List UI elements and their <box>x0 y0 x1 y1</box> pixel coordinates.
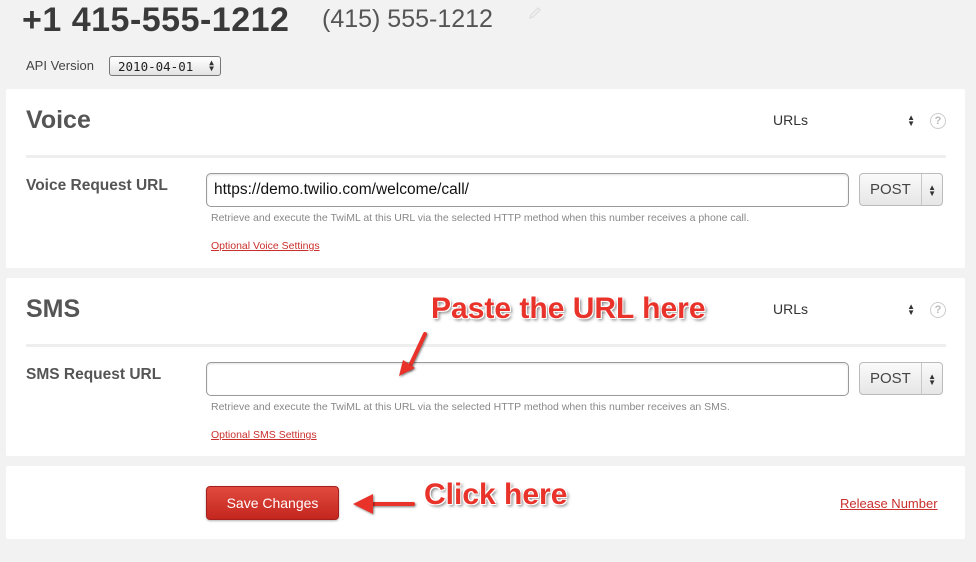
api-version-select[interactable]: 2010-04-01 ▲ ▼ <box>109 56 221 76</box>
api-version-label: API Version <box>26 58 94 73</box>
annotation-click-here: Click here <box>424 478 568 511</box>
help-icon[interactable]: ? <box>930 302 946 318</box>
sms-method-select[interactable]: POST ▲ ▼ <box>859 362 943 395</box>
sms-title: SMS <box>26 295 81 323</box>
api-version-value: 2010-04-01 <box>118 59 194 74</box>
voice-request-url-input[interactable] <box>206 173 849 207</box>
phone-number-local: (415) 555-1212 <box>322 5 493 33</box>
sms-mode-select[interactable]: URLs ▲ ▼ <box>773 301 921 321</box>
divider <box>26 344 946 347</box>
voice-panel: Voice URLs ▲▼ ? Voice Request URL POST ▲… <box>6 89 965 268</box>
help-icon[interactable]: ? <box>930 113 946 129</box>
voice-method-select[interactable]: POST ▲ ▼ <box>859 173 943 206</box>
divider <box>26 155 946 158</box>
sms-hint-text: Retrieve and execute the TwiML at this U… <box>211 401 730 413</box>
number-header: +1 415-555-1212 (415) 555-1212 API Versi… <box>0 0 976 90</box>
sms-request-url-input[interactable] <box>206 362 849 396</box>
optional-voice-settings-link[interactable]: Optional Voice Settings <box>211 240 320 252</box>
optional-sms-settings-link[interactable]: Optional SMS Settings <box>211 429 317 441</box>
voice-mode-value: URLs <box>773 112 809 128</box>
select-arrows-icon: ▲ ▼ <box>907 302 915 317</box>
save-changes-button[interactable]: Save Changes <box>206 486 339 520</box>
release-number-link[interactable]: Release Number <box>840 496 938 511</box>
select-arrows-icon: ▲ ▼ <box>928 183 936 198</box>
voice-hint-text: Retrieve and execute the TwiML at this U… <box>211 212 750 224</box>
select-arrows-icon: ▲ ▼ <box>209 58 214 73</box>
sms-request-url-label: SMS Request URL <box>26 366 162 383</box>
select-arrows-icon: ▲ ▼ <box>907 113 915 128</box>
sms-method-value: POST <box>870 370 911 387</box>
voice-method-value: POST <box>870 181 911 198</box>
sms-mode-value: URLs <box>773 301 809 317</box>
phone-number-title: +1 415-555-1212 <box>22 1 290 39</box>
voice-mode-select[interactable]: URLs ▲ ▼ <box>773 112 921 132</box>
voice-title: Voice <box>26 106 91 134</box>
select-arrows-icon: ▲ ▼ <box>928 372 936 387</box>
voice-request-url-label: Voice Request URL <box>26 177 168 194</box>
annotation-paste-url: Paste the URL here <box>431 292 706 325</box>
annotation-arrow-icon <box>399 332 427 376</box>
pencil-icon[interactable] <box>528 6 542 20</box>
annotation-arrow-icon <box>353 494 415 514</box>
